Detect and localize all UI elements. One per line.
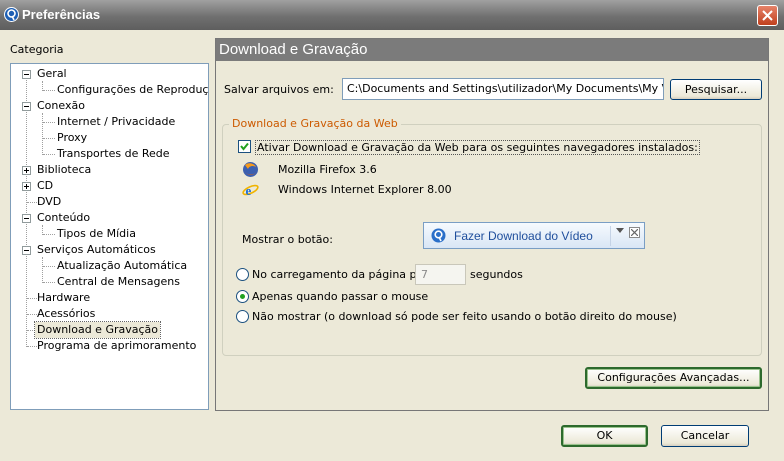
realplayer-download-icon	[431, 228, 446, 243]
expand-icon[interactable]	[22, 166, 31, 175]
browse-button[interactable]: Pesquisar...	[670, 79, 762, 100]
tree-item-acessorios[interactable]: Acessórios	[35, 306, 97, 322]
tree-item-configuracoes-reproducao[interactable]: Configurações de Reprodução	[55, 82, 208, 98]
tree-line	[43, 234, 55, 235]
category-tree[interactable]: Geral Configurações de Reprodução Conexã…	[10, 63, 209, 410]
realplayer-icon	[4, 7, 19, 22]
save-path-field[interactable]: C:\Documents and Settings\utilizador\My …	[342, 78, 664, 100]
on-hover-label: Apenas quando passar o mouse	[252, 290, 429, 303]
close-icon	[762, 10, 773, 21]
tree-line	[43, 154, 55, 155]
panel-title: Download e Gravação	[216, 39, 768, 61]
browser-firefox-label: Mozilla Firefox 3.6	[278, 163, 377, 176]
expand-icon[interactable]	[22, 182, 31, 191]
firefox-icon	[243, 162, 258, 177]
hide-button-radio[interactable]	[236, 310, 249, 323]
seconds-field[interactable]: 7	[415, 264, 466, 285]
tree-item-transportes-rede[interactable]: Transportes de Rede	[55, 146, 172, 162]
tree-line	[42, 257, 43, 283]
tree-item-programa-aprimoramento[interactable]: Programa de aprimoramento	[35, 338, 198, 354]
browser-ie-label: Windows Internet Explorer 8.00	[278, 183, 452, 196]
svg-text:e: e	[246, 183, 252, 198]
ok-button[interactable]: OK	[561, 425, 648, 447]
tree-item-tipos-midia[interactable]: Tipos de Mídia	[55, 226, 138, 242]
enable-web-download-label[interactable]: Ativar Download e Gravação da Web para o…	[255, 140, 700, 155]
tree-item-geral[interactable]: Geral	[35, 66, 69, 82]
tree-item-cd[interactable]: CD	[35, 178, 55, 194]
button-separator	[610, 226, 611, 246]
tree-line	[43, 266, 55, 267]
tree-line	[43, 282, 55, 283]
show-button-label: Mostrar o botão:	[242, 233, 333, 246]
tree-item-conteudo[interactable]: Conteúdo	[35, 210, 92, 226]
internet-explorer-icon: e	[242, 183, 259, 198]
group-title: Download e Gravação da Web	[229, 117, 401, 130]
tree-line	[43, 90, 55, 91]
on-page-load-radio[interactable]	[236, 268, 249, 281]
on-page-load-label: No carregamento da página por	[252, 268, 428, 281]
checkmark-icon	[240, 142, 249, 151]
dismiss-icon[interactable]	[629, 227, 640, 238]
tree-item-atualizacao-automatica[interactable]: Atualização Automática	[55, 258, 189, 274]
tree-line	[43, 122, 55, 123]
dropdown-arrow-icon[interactable]	[616, 228, 624, 234]
tree-item-biblioteca[interactable]: Biblioteca	[35, 162, 93, 178]
collapse-icon[interactable]	[22, 246, 31, 255]
tree-line	[42, 113, 43, 155]
advanced-settings-button[interactable]: Configurações Avançadas...	[585, 367, 762, 389]
save-location-label: Salvar arquivos em:	[224, 83, 334, 96]
tree-item-proxy[interactable]: Proxy	[55, 130, 89, 146]
tree-item-central-mensagens[interactable]: Central de Mensagens	[55, 274, 182, 290]
collapse-icon[interactable]	[22, 214, 31, 223]
tree-item-conexao[interactable]: Conexão	[35, 98, 87, 114]
tree-line	[26, 73, 27, 347]
enable-web-download-checkbox[interactable]	[238, 140, 251, 153]
tree-item-hardware[interactable]: Hardware	[35, 290, 92, 306]
hide-button-label: Não mostrar (o download só pode ser feit…	[252, 310, 677, 323]
download-video-button-preview[interactable]: Fazer Download do Vídeo	[423, 222, 645, 249]
collapse-icon[interactable]	[22, 70, 31, 79]
tree-item-download-gravacao[interactable]: Download e Gravação	[34, 321, 161, 339]
seconds-label: segundos	[470, 268, 523, 281]
tree-item-servicos-automaticos[interactable]: Serviços Automáticos	[35, 242, 158, 258]
category-label: Categoria	[10, 43, 64, 56]
collapse-icon[interactable]	[22, 102, 31, 111]
download-video-label: Fazer Download do Vídeo	[454, 229, 593, 243]
title-bar: Preferências	[0, 0, 784, 30]
tree-line	[43, 138, 55, 139]
tree-item-dvd[interactable]: DVD	[35, 194, 63, 210]
close-button[interactable]	[757, 5, 778, 26]
cancel-button[interactable]: Cancelar	[661, 425, 749, 447]
on-hover-radio[interactable]	[236, 290, 249, 303]
window-title: Preferências	[22, 7, 101, 22]
tree-item-internet-privacidade[interactable]: Internet / Privacidade	[55, 114, 177, 130]
